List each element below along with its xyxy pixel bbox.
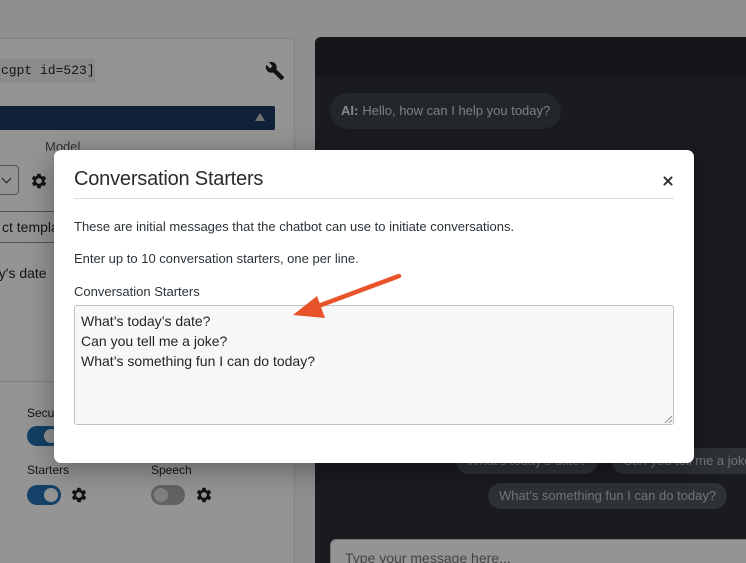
starters-field-label: Conversation Starters — [74, 284, 200, 299]
dialog-title: Conversation Starters — [74, 168, 264, 190]
annotation-arrow-icon — [293, 273, 402, 318]
conversation-starters-textarea[interactable] — [74, 305, 674, 425]
resize-handle-icon[interactable] — [663, 414, 673, 424]
dialog-divider — [74, 198, 674, 199]
dialog-instruction: Enter up to 10 conversation starters, on… — [74, 251, 359, 266]
dialog-description: These are initial messages that the chat… — [74, 219, 515, 234]
close-icon[interactable] — [658, 171, 678, 191]
